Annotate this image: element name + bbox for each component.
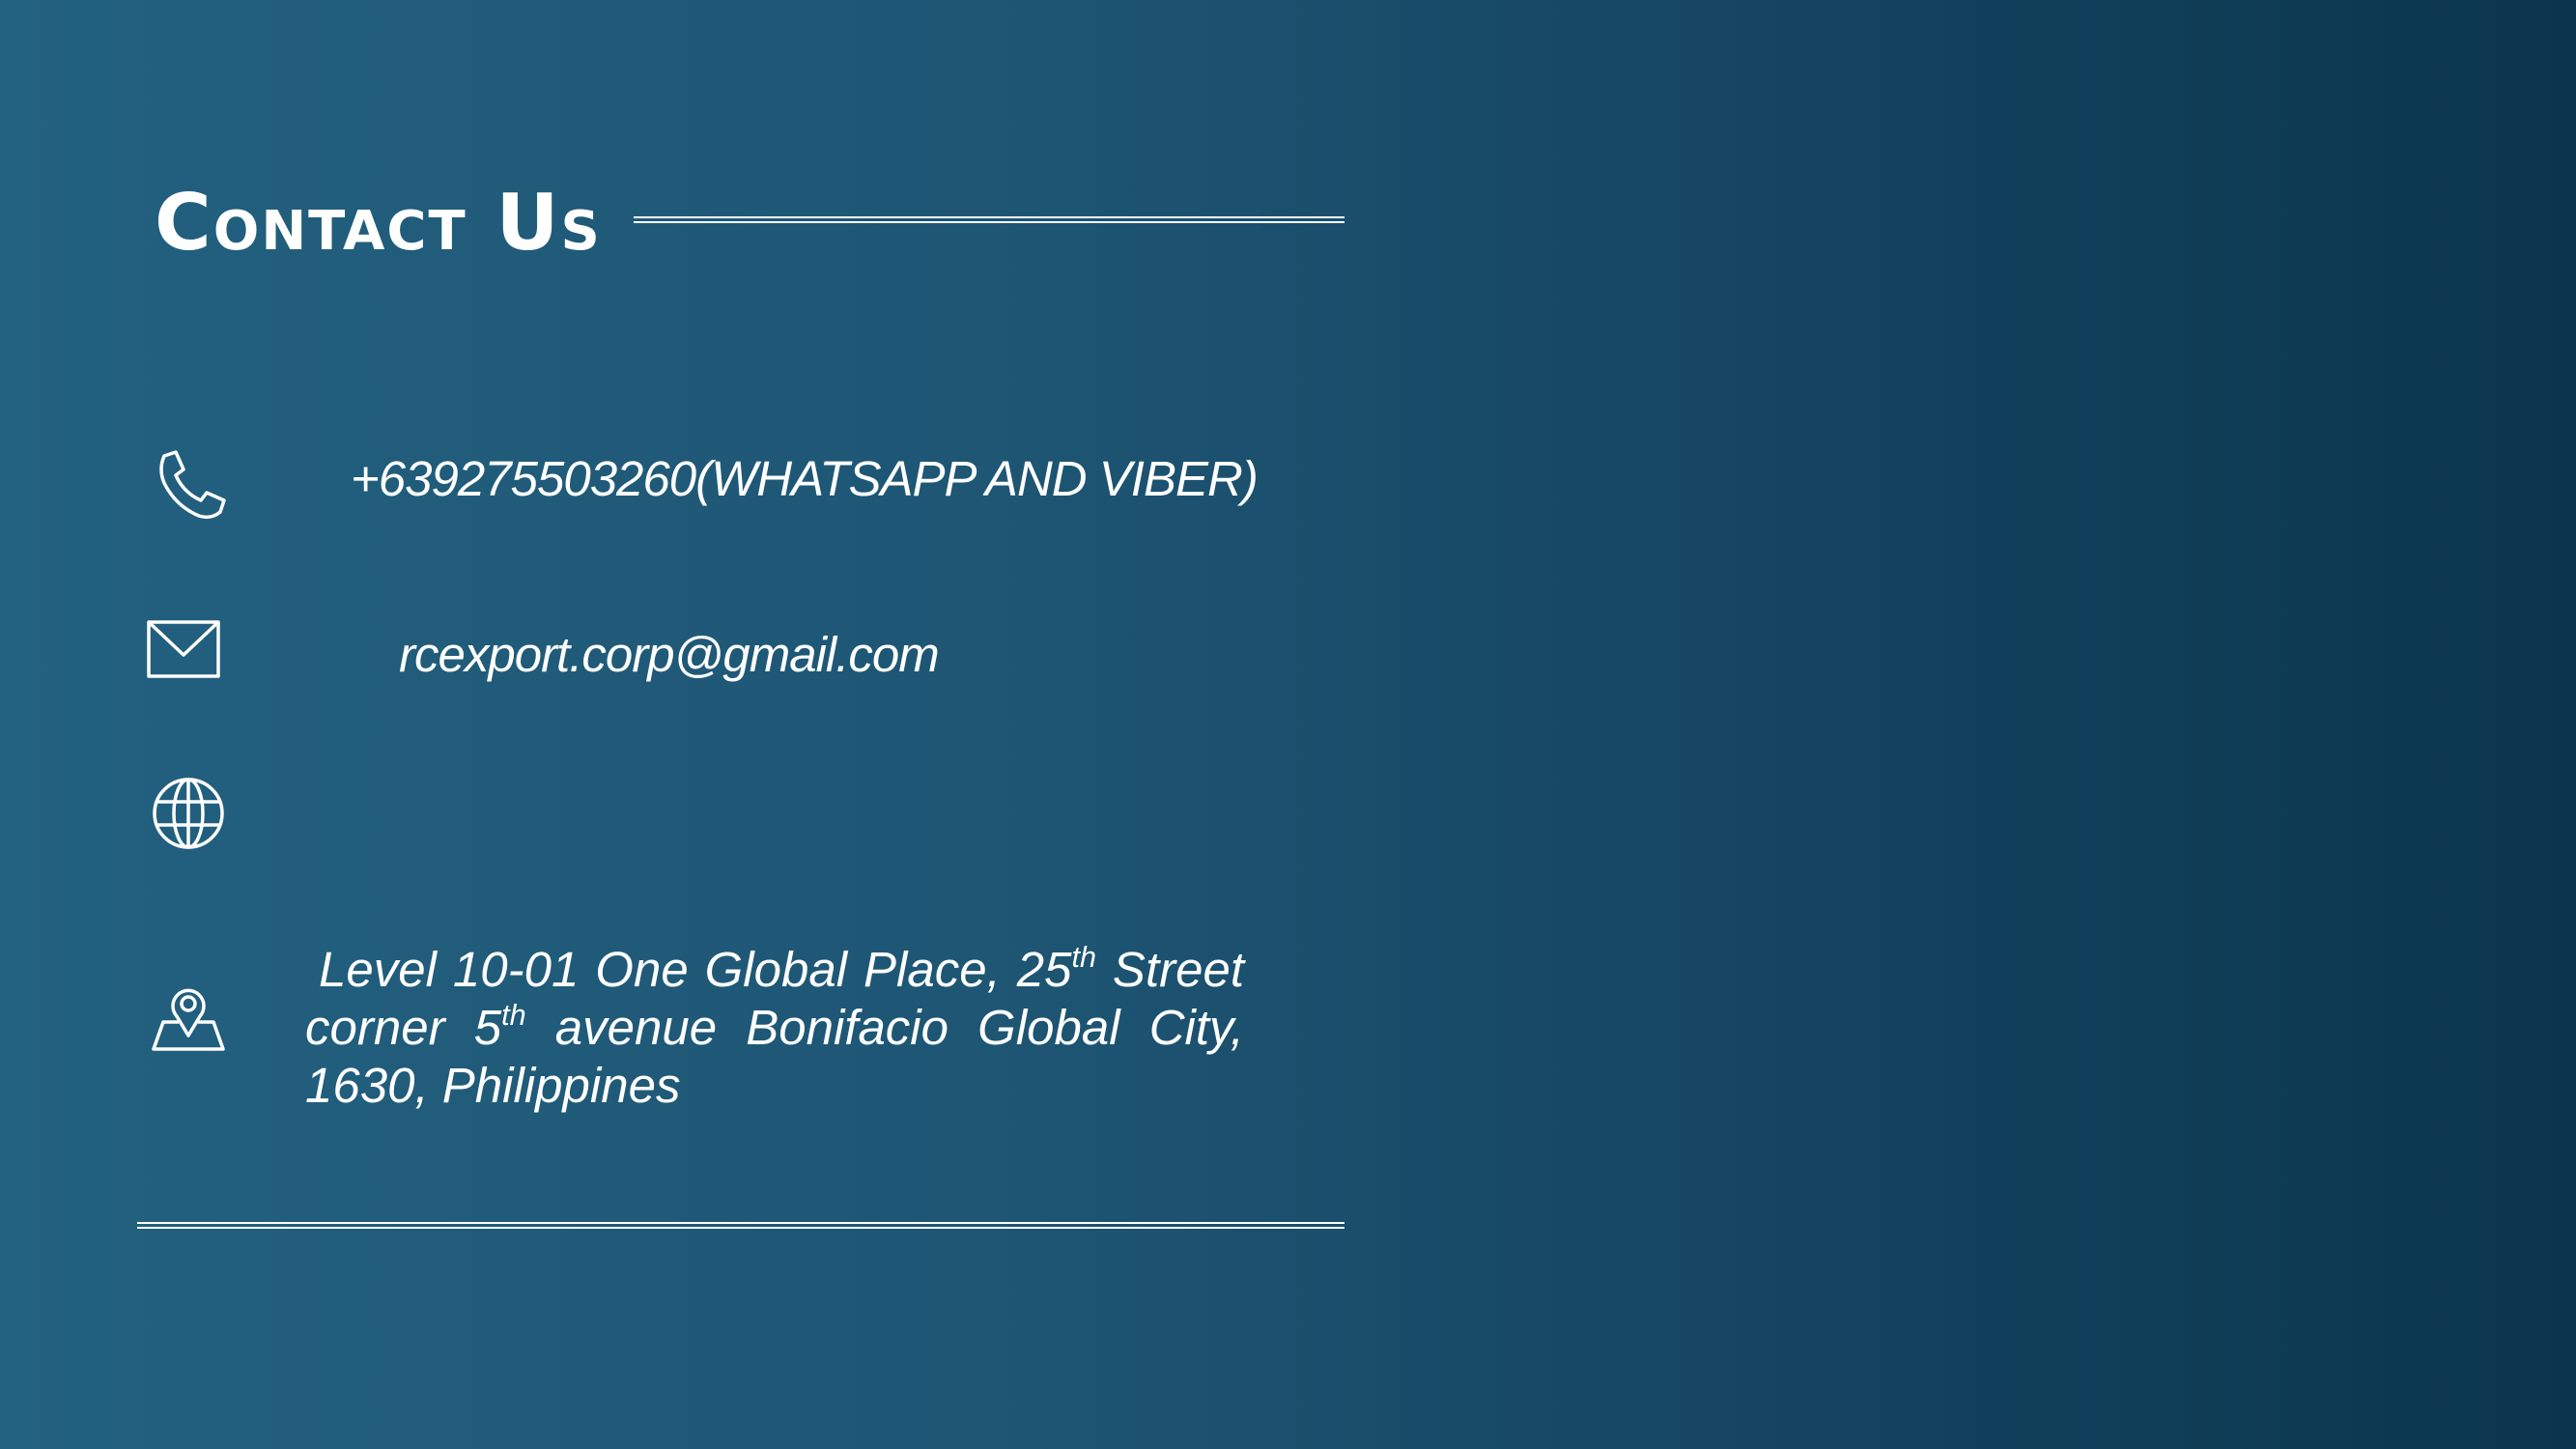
address-line-2: corner 5th avenue Bonifacio Global City, — [305, 999, 1244, 1055]
address-line-1: Level 10-01 One Global Place, 25th Stree… — [319, 941, 1244, 997]
globe-icon — [150, 775, 227, 852]
address-block: Level 10-01 One Global Place, 25th Stree… — [305, 941, 1244, 1115]
phone-icon — [153, 446, 230, 524]
contact-slide: Contact Us +639275503260(WHATSAPP AND VI… — [0, 0, 2576, 1449]
phone-number[interactable]: +639275503260(WHATSAPP AND VIBER) — [351, 450, 1259, 508]
title-divider — [634, 216, 1345, 223]
bottom-divider — [137, 1222, 1345, 1229]
map-pin-icon — [150, 978, 227, 1055]
email-address[interactable]: rcexport.corp@gmail.com — [399, 626, 940, 684]
page-title: Contact Us — [155, 178, 602, 268]
mail-icon — [145, 611, 222, 688]
address-line-3: 1630, Philippines — [305, 1058, 681, 1113]
